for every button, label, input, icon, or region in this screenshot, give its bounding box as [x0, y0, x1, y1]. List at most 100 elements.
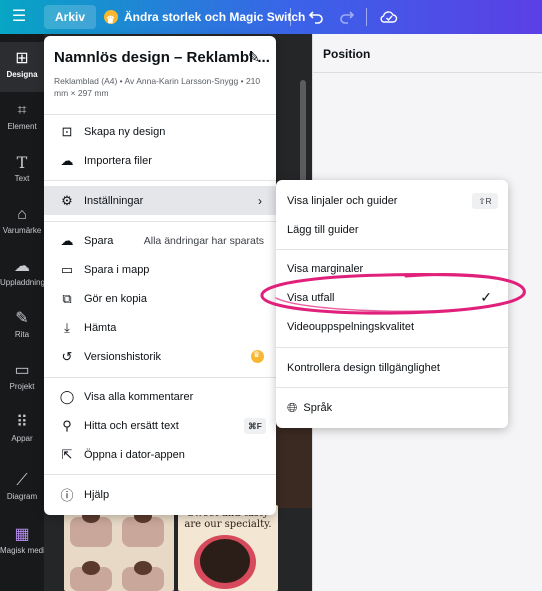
gear-icon: ⚙ — [61, 192, 73, 208]
submenu-item-show-bleed[interactable]: Visa utfall ✓ — [276, 283, 508, 312]
menu-item-download[interactable]: ⤓ Hämta — [44, 313, 276, 342]
rail-item-label: Projekt — [9, 382, 35, 391]
cake-image — [82, 561, 100, 575]
menu-item-show-comments[interactable]: ◯ Visa alla kommentarer — [44, 382, 276, 411]
search-icon: ⚲ — [62, 417, 72, 433]
submenu-item-check-accessibility[interactable]: Kontrollera design tillgänglighet — [276, 353, 508, 382]
menu-item-label: Hämta — [84, 321, 117, 334]
rail-item-projects[interactable]: ▭ Projekt — [0, 354, 44, 404]
menu-item-help[interactable]: ⓘ Hjälp — [44, 480, 276, 509]
rail-item-label: Appar — [11, 434, 33, 443]
menu-item-new-design[interactable]: ⊡ Skapa ny design — [44, 117, 276, 146]
new-design-icon: ⊡ — [61, 123, 73, 139]
download-icon: ⤓ — [64, 319, 70, 335]
menu-divider — [44, 221, 276, 222]
undo-icon[interactable] — [305, 6, 327, 28]
brand-icon: ⌂ — [17, 206, 27, 223]
rail-item-brand[interactable]: ⌂ Varumärke — [0, 198, 44, 248]
rail-item-design[interactable]: ⊞ Designa — [0, 42, 44, 92]
layout-icon: ⊞ — [15, 50, 29, 67]
rail-item-label: Varumärke — [2, 226, 42, 235]
redo-icon[interactable] — [336, 6, 358, 28]
menu-item-find-replace[interactable]: ⚲ Hitta och ersätt text ⌘F — [44, 411, 276, 440]
menu-divider — [44, 180, 276, 181]
shortcut-badge: ⇧R — [472, 192, 498, 209]
apps-grid-icon: ⠿ — [16, 414, 28, 431]
menu-item-import-files[interactable]: ☁ Importera filer — [44, 146, 276, 175]
rail-item-label: Uppladdningar — [0, 278, 44, 287]
rail-item-text[interactable]: T Text — [0, 146, 44, 196]
left-rail: ⊞ Designa ⌗ Element T Text ⌂ Varumärke ☁… — [0, 34, 44, 591]
rail-item-apps[interactable]: ⠿ Appar — [0, 406, 44, 456]
settings-submenu: Visa linjaler och guider ⇧R Lägg till gu… — [276, 180, 508, 428]
menu-item-label: Versionshistorik — [84, 350, 162, 363]
rail-item-charts[interactable]: ⟋ Diagram — [0, 464, 44, 514]
history-icon: ↺ — [61, 348, 73, 364]
help-icon: ⓘ — [60, 488, 74, 503]
upload-cloud-icon: ☁ — [14, 258, 30, 275]
submenu-item-label: Visa marginaler — [287, 262, 364, 275]
menu-divider — [44, 377, 276, 378]
magic-media-icon: ▦ — [14, 526, 30, 543]
external-link-icon: ⇱ — [61, 446, 73, 462]
menu-divider — [276, 347, 508, 348]
menu-item-label: Visa alla kommentarer — [84, 390, 194, 403]
menu-item-label: Gör en kopia — [84, 292, 147, 305]
premium-crown-icon — [251, 350, 264, 363]
design-title[interactable]: Namnlös design – Reklambl ... — [54, 49, 270, 66]
menu-item-label: Spara — [84, 234, 114, 247]
resize-magic-switch-button[interactable]: Ändra storlek och Magic Switch — [104, 5, 306, 33]
menu-item-version-history[interactable]: ↺ Versionshistorik — [44, 342, 276, 371]
submenu-item-add-guides[interactable]: Lägg till guider — [276, 215, 508, 244]
menu-divider — [44, 114, 276, 115]
template-thumbnail-cookies[interactable]: Sweet and tasty are our specialty. — [178, 505, 278, 591]
rail-item-label: Magisk media — [0, 546, 44, 555]
template-thumbnail-cakes[interactable] — [64, 505, 174, 591]
menu-item-open-desktop-app[interactable]: ⇱ Öppna i dator-appen — [44, 440, 276, 469]
resize-magic-switch-label: Ändra storlek och Magic Switch — [124, 10, 306, 24]
rail-item-label: Designa — [6, 70, 38, 79]
rail-item-label: Element — [7, 122, 37, 131]
submenu-item-label: Språk — [303, 401, 333, 414]
rail-item-uploads[interactable]: ☁ Uppladdningar — [0, 250, 44, 300]
pencil-icon[interactable]: ✎ — [248, 49, 260, 66]
menu-item-label: Hjälp — [84, 488, 110, 501]
menu-item-label: Spara i mapp — [84, 263, 150, 276]
upload-cloud-icon: ☁ — [60, 152, 74, 168]
submenu-item-show-margins[interactable]: Visa marginaler — [276, 254, 508, 283]
submenu-item-label: Visa utfall — [287, 291, 335, 304]
chart-icon: ⟋ — [16, 472, 28, 489]
menu-divider — [44, 474, 276, 475]
rail-item-elements[interactable]: ⌗ Element — [0, 94, 44, 144]
cookie-image — [200, 539, 250, 583]
rail-item-magic-media[interactable]: ▦ Magisk media — [0, 518, 44, 568]
globe-icon: 🌐︎ — [287, 399, 298, 415]
rail-item-label: Diagram — [6, 492, 38, 501]
panel-divider — [313, 72, 542, 73]
topbar-divider — [366, 8, 367, 26]
menu-item-save-to-folder[interactable]: ▭ Spara i mapp — [44, 255, 276, 284]
rail-item-label: Text — [14, 174, 30, 183]
menu-item-save[interactable]: ☁ Spara Alla ändringar har sparats — [44, 226, 276, 255]
cloud-sync-icon[interactable] — [378, 6, 400, 28]
rail-item-draw[interactable]: ✎ Rita — [0, 302, 44, 352]
menu-item-make-copy[interactable]: ⧉ Gör en kopia — [44, 284, 276, 313]
shortcut-badge: ⌘F — [244, 417, 266, 434]
submenu-item-label: Kontrollera design tillgänglighet — [287, 361, 440, 374]
submenu-item-label: Visa linjaler och guider — [287, 194, 398, 207]
menu-item-settings[interactable]: ⚙ Inställningar › — [44, 186, 276, 215]
file-menu-button[interactable]: Arkiv — [44, 5, 96, 29]
folder-icon: ▭ — [60, 261, 74, 277]
submenu-item-language[interactable]: 🌐︎ Språk — [276, 393, 508, 422]
hamburger-menu-icon[interactable]: ☰ — [10, 8, 28, 26]
draw-icon: ✎ — [15, 310, 29, 327]
shapes-icon: ⌗ — [17, 102, 27, 119]
rail-item-label: Rita — [14, 330, 30, 339]
submenu-item-rulers-guides[interactable]: Visa linjaler och guider ⇧R — [276, 186, 508, 215]
submenu-item-video-quality[interactable]: Videouppspelningskvalitet — [276, 312, 508, 341]
position-panel-title: Position — [323, 47, 371, 61]
text-icon: T — [16, 153, 28, 172]
chevron-right-icon: › — [258, 193, 262, 208]
file-menu: Namnlös design – Reklambl ... ✎ Reklambl… — [44, 36, 276, 515]
cake-image — [134, 561, 152, 575]
